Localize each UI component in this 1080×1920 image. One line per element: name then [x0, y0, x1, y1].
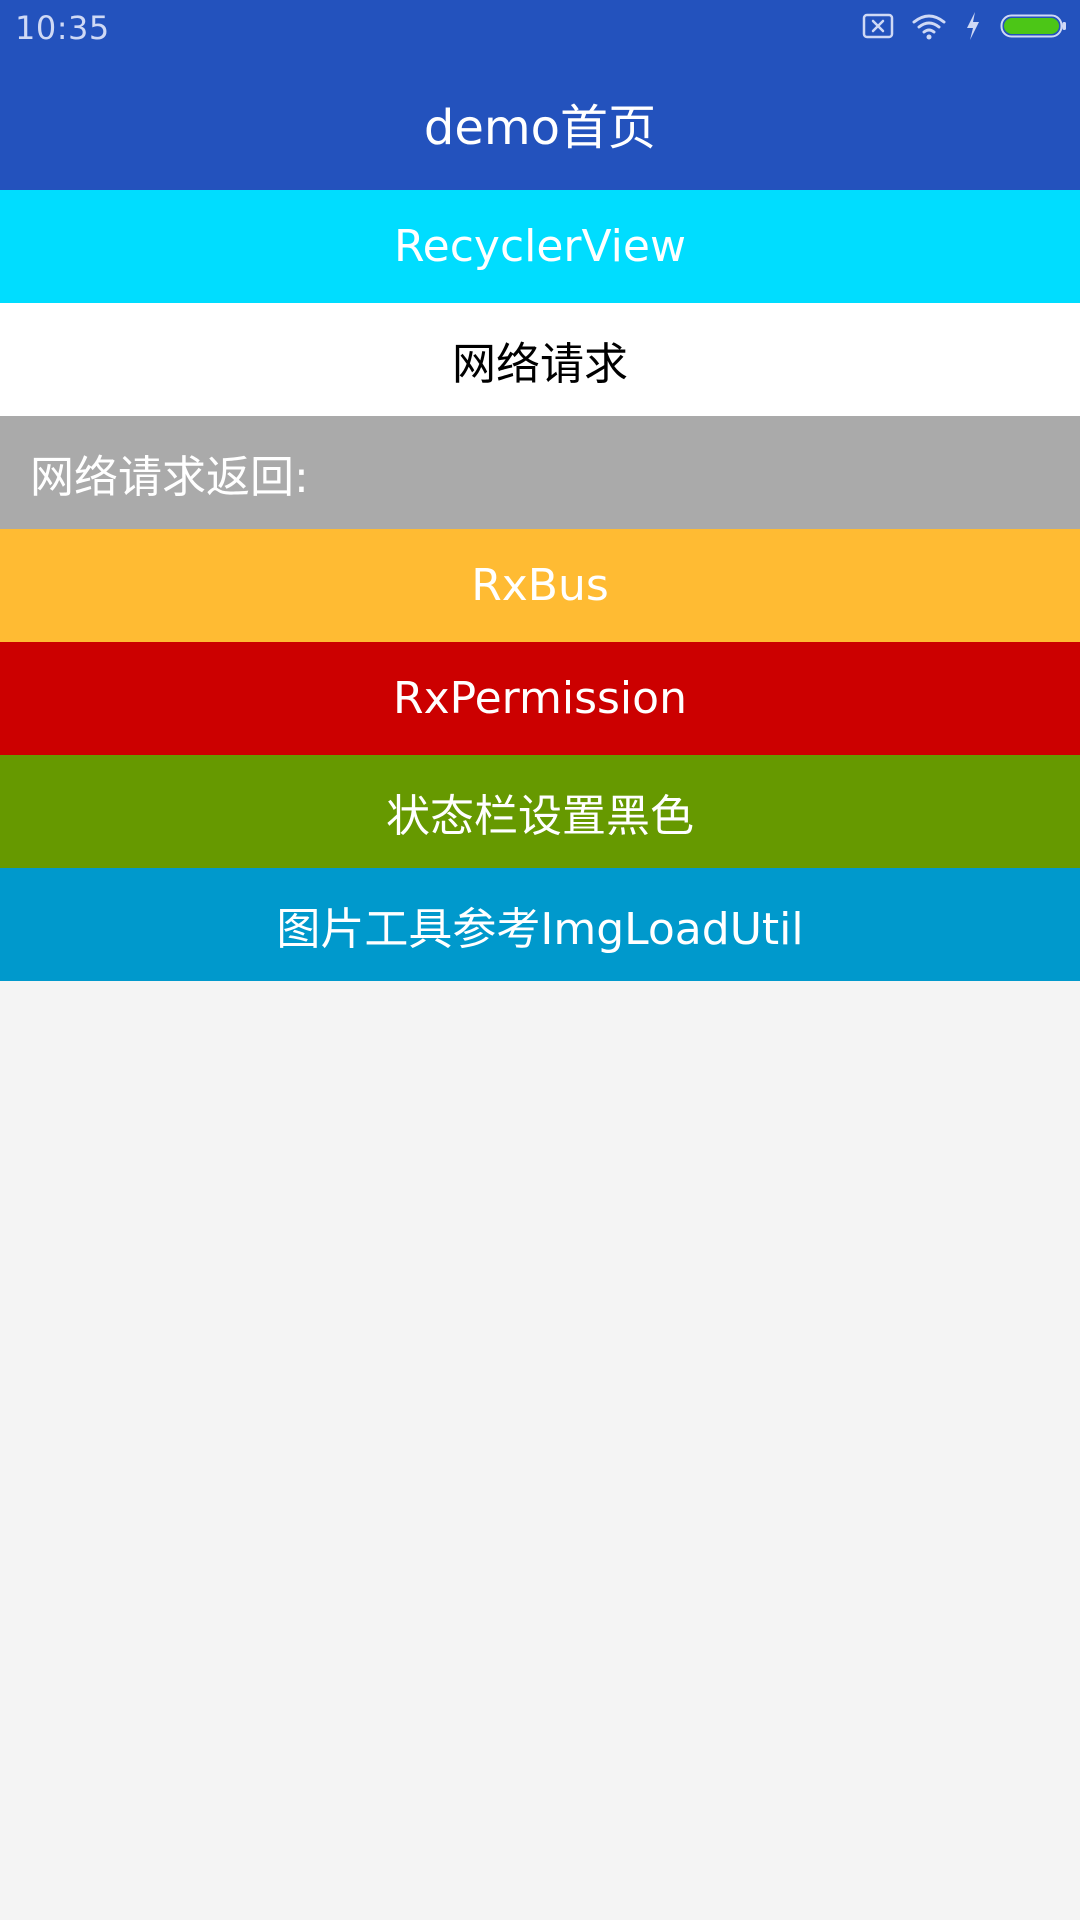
statusbar-black-button-label: 状态栏设置黑色	[386, 790, 694, 842]
screen: 10:35 demo首页 RecyclerView 网络请求 网络请求返回: R…	[0, 0, 1080, 1920]
page-title: demo首页	[423, 100, 657, 156]
status-bar: 10:35	[0, 0, 1080, 56]
recyclerview-button[interactable]: RecyclerView	[0, 190, 1080, 303]
menu-list: RecyclerView 网络请求 网络请求返回: RxBus RxPermis…	[0, 190, 1080, 981]
status-icons	[862, 10, 1068, 46]
rxbus-button-label: RxBus	[471, 560, 609, 611]
recyclerview-button-label: RecyclerView	[394, 221, 686, 272]
imgload-button[interactable]: 图片工具参考ImgLoadUtil	[0, 868, 1080, 981]
rxbus-button[interactable]: RxBus	[0, 529, 1080, 642]
charging-icon	[964, 11, 982, 45]
network-request-button-label: 网络请求	[452, 338, 628, 390]
network-request-button[interactable]: 网络请求	[0, 303, 1080, 416]
app-bar: demo首页	[0, 56, 1080, 190]
sim-off-icon	[862, 12, 894, 44]
network-result-text: 网络请求返回:	[0, 416, 1080, 529]
battery-icon	[1000, 12, 1068, 44]
rxpermission-button[interactable]: RxPermission	[0, 642, 1080, 755]
status-time: 10:35	[15, 9, 110, 47]
rxpermission-button-label: RxPermission	[393, 673, 687, 724]
network-result-label: 网络请求返回:	[30, 451, 309, 503]
wifi-icon	[912, 12, 946, 44]
statusbar-black-button[interactable]: 状态栏设置黑色	[0, 755, 1080, 868]
imgload-button-label: 图片工具参考ImgLoadUtil	[276, 903, 804, 955]
